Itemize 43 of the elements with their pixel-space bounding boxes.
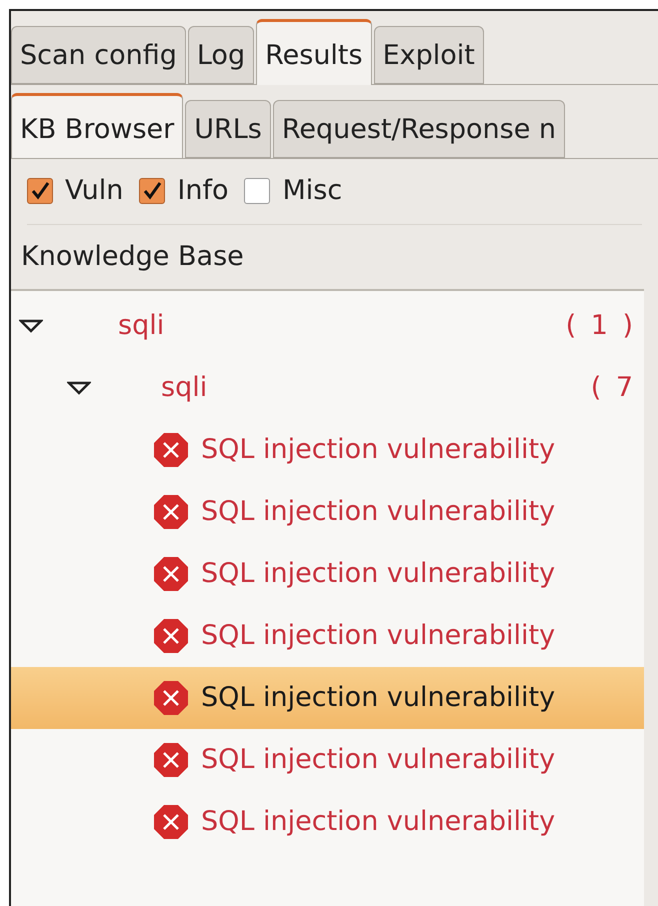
- node-label: SQL injection vulnerability: [201, 804, 556, 839]
- tab[interactable]: Results: [256, 19, 372, 85]
- checkbox[interactable]: [27, 178, 53, 204]
- expander-icon[interactable]: [67, 381, 91, 395]
- tree-row[interactable]: SQL injection vulnerability: [11, 419, 644, 481]
- tree-row[interactable]: SQL injection vulnerability: [11, 667, 644, 729]
- checkbox-label: Info: [177, 174, 228, 208]
- tree-row[interactable]: SQL injection vulnerability: [11, 543, 644, 605]
- tab[interactable]: Scan config: [11, 26, 186, 84]
- tree-row[interactable]: sqli ( 7: [11, 357, 644, 419]
- tree-row[interactable]: SQL injection vulnerability: [11, 729, 644, 791]
- checkbox[interactable]: [139, 178, 166, 204]
- error-icon: [153, 494, 189, 530]
- error-icon: [153, 618, 189, 654]
- tree-row[interactable]: SQL injection vulnerability: [11, 791, 644, 853]
- tree-row[interactable]: SQL injection vulnerability: [11, 481, 644, 543]
- error-icon: [153, 432, 189, 468]
- tree-header: Knowledge Base: [20, 240, 245, 274]
- error-icon: [153, 680, 189, 716]
- tab[interactable]: URLs: [185, 100, 271, 158]
- node-count: ( 1 ): [566, 308, 636, 343]
- node-count: ( 7: [590, 370, 636, 405]
- node-label: SQL injection vulnerability: [201, 618, 556, 653]
- checkbox[interactable]: [244, 178, 270, 204]
- expander-icon[interactable]: [19, 319, 43, 333]
- node-label: SQL injection vulnerability: [201, 494, 556, 529]
- tab[interactable]: Request/Response n: [272, 100, 566, 158]
- node-label: SQL injection vulnerability: [201, 432, 556, 467]
- node-label: sqli: [161, 370, 208, 405]
- tab[interactable]: Log: [188, 26, 254, 84]
- tree-row[interactable]: sqli ( 1 ): [11, 295, 644, 357]
- node-label: SQL injection vulnerability: [201, 742, 556, 777]
- error-icon: [153, 804, 189, 840]
- error-icon: [153, 742, 189, 778]
- node-label: sqli: [118, 308, 164, 343]
- checkbox-label: Misc: [282, 174, 342, 208]
- node-label: SQL injection vulnerability: [201, 556, 556, 591]
- tab[interactable]: Exploit: [374, 26, 484, 84]
- tree-row[interactable]: SQL injection vulnerability: [11, 605, 644, 667]
- error-icon: [153, 556, 189, 592]
- checkbox-label: Vuln: [65, 174, 124, 208]
- tab[interactable]: KB Browser: [11, 93, 184, 158]
- node-label: SQL injection vulnerability: [201, 680, 556, 715]
